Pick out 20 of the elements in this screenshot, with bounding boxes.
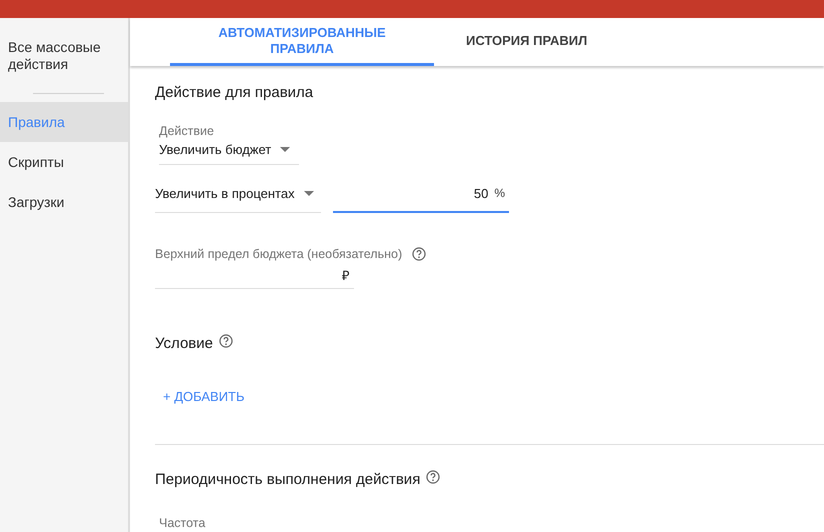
sidebar-item[interactable]: Загрузки	[0, 182, 128, 222]
mode-dropdown[interactable]: Увеличить в процентах	[155, 183, 321, 213]
dropdown-caret-icon	[304, 191, 314, 196]
section-title: Периодичность выполнения действия	[155, 471, 420, 488]
tab[interactable]: АВТОМАТИЗИРОВАННЫЕ ПРАВИЛА	[170, 18, 434, 66]
section-title: Условие	[155, 335, 213, 352]
help-icon[interactable]	[412, 247, 426, 261]
sidebar-item[interactable]: Скрипты	[0, 142, 128, 182]
amount-input-field[interactable]: 50 %	[333, 183, 509, 213]
help-icon[interactable]	[426, 470, 440, 484]
field-label: Частота	[159, 516, 206, 530]
help-icon[interactable]	[218, 334, 233, 348]
budget-limit-input-field[interactable]: ₽	[155, 261, 354, 289]
tab[interactable]: ИСТОРИЯ ПРАВИЛ	[466, 18, 588, 66]
add-condition-button[interactable]: + ДОБАВИТЬ	[163, 385, 245, 408]
field-label: Верхний предел бюджета (необязательно)	[155, 247, 402, 261]
section-title: Действие для правила	[155, 84, 314, 101]
dropdown-caret-icon	[280, 147, 290, 152]
sidebar-item[interactable]: Все массовые действия	[0, 38, 128, 73]
action-dropdown[interactable]: Действие Увеличить бюджет	[159, 124, 299, 165]
